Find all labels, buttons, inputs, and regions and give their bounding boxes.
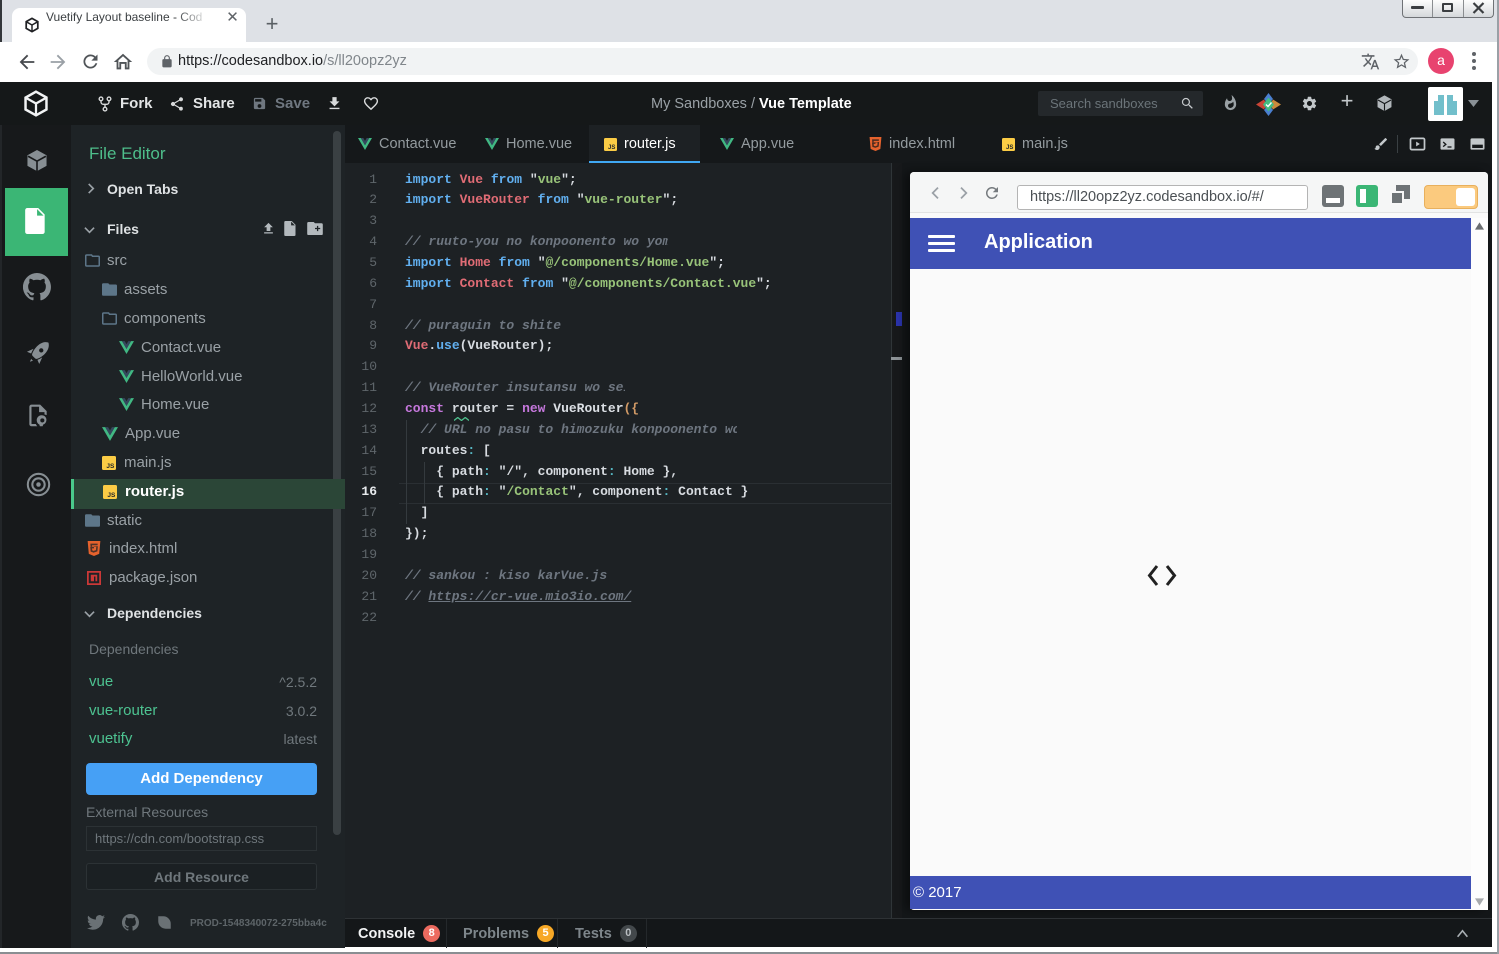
svg-text:JS: JS (1006, 144, 1013, 150)
svg-text:JS: JS (107, 491, 116, 498)
svg-text:JS: JS (106, 462, 115, 469)
svg-text:JS: JS (608, 144, 615, 150)
